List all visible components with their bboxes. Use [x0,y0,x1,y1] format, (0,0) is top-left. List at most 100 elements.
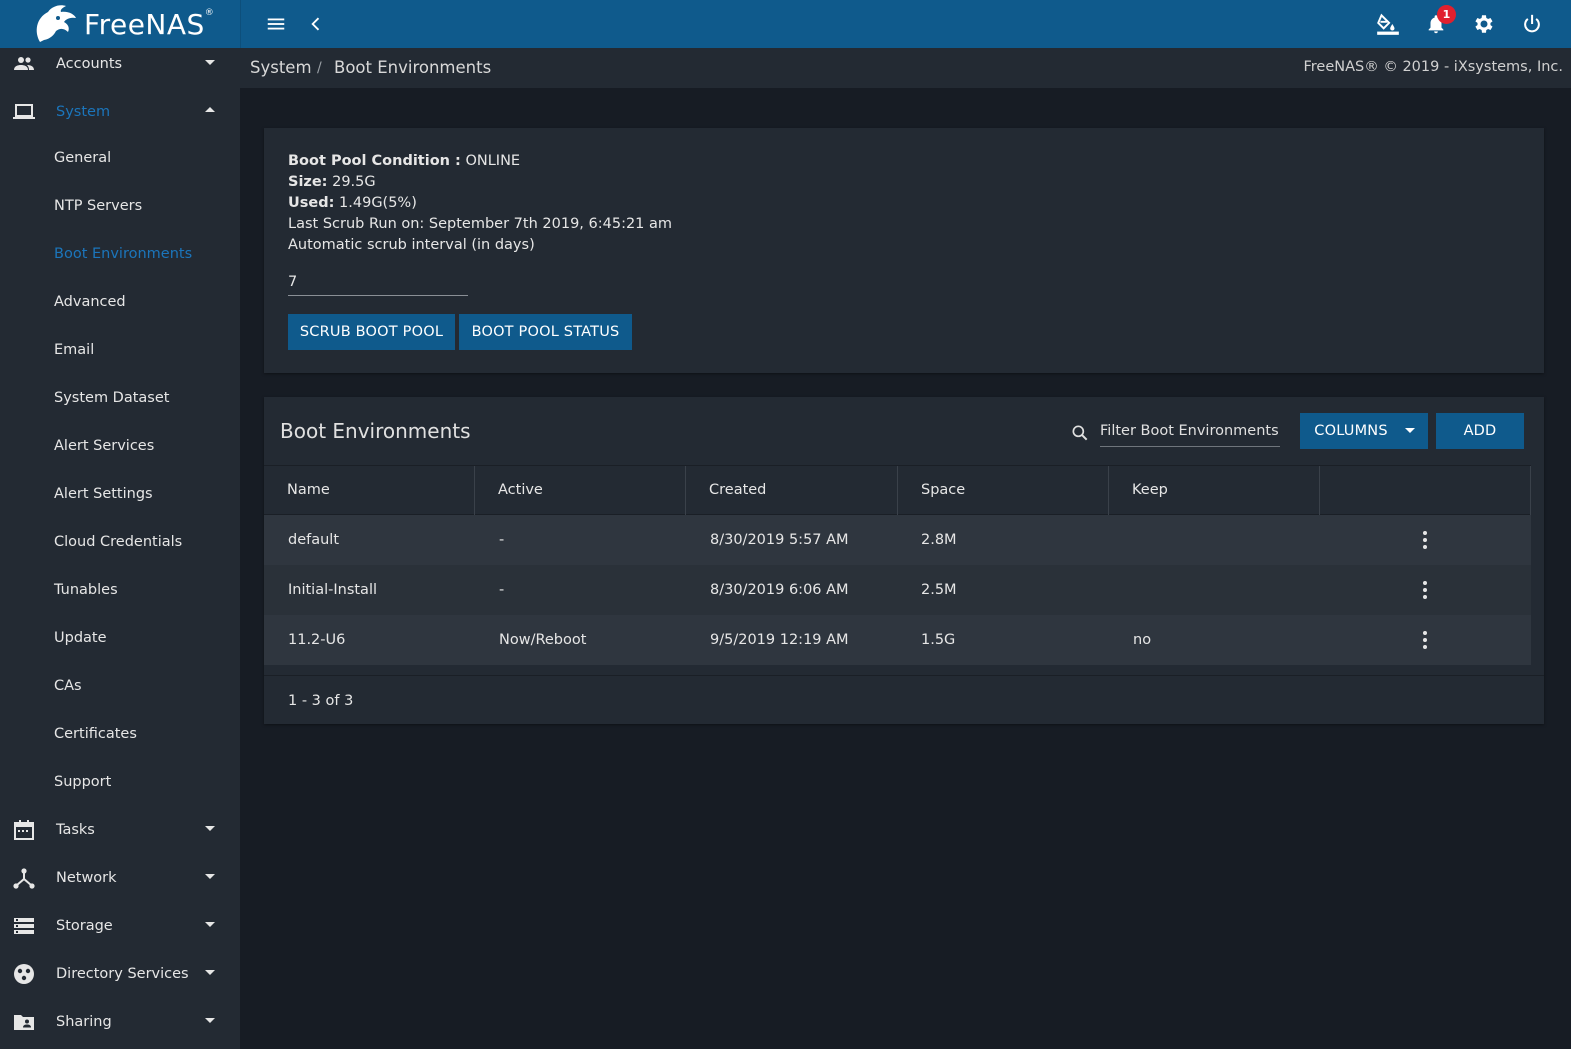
sidebar-subitem-email[interactable]: Email [0,328,240,376]
boot-pool-used: Used: 1.49G(5%) [288,195,417,211]
sidebar-item-system[interactable]: System [0,88,240,136]
cell-name: Initial-Install [288,582,378,598]
scrub-boot-pool-button[interactable]: SCRUB BOOT POOL [288,314,455,350]
chevron-down-icon [205,826,215,831]
search-icon [1072,425,1088,441]
more-vert-icon[interactable] [1420,629,1430,651]
gear-icon[interactable] [1470,10,1498,38]
chevron-down-icon [205,1018,215,1023]
breadcrumb-system[interactable]: System [250,58,312,77]
chevron-down-icon [205,922,215,927]
sidebar-subitem-boot-environments[interactable]: Boot Environments [0,232,240,280]
topbar-divider [240,0,241,48]
column-header-label: Name [287,482,330,498]
table-row[interactable]: Initial-Install - 8/30/2019 6:06 AM 2.5M [264,565,1531,615]
copyright-text: FreeNAS® © 2019 - iXsystems, Inc. [1303,59,1563,75]
chevron-down-icon [205,970,215,975]
more-vert-icon[interactable] [1420,579,1430,601]
sidebar-subitem-alert-services[interactable]: Alert Services [0,424,240,472]
sidebar-subitem-label: Support [54,774,112,790]
boot-pool-status-button[interactable]: BOOT POOL STATUS [459,314,632,350]
sidebar-subitem-system-dataset[interactable]: System Dataset [0,376,240,424]
columns-button-label: COLUMNS [1314,423,1388,439]
sidebar-item-accounts[interactable]: Accounts [0,40,240,88]
sidebar-subitem-ntp-servers[interactable]: NTP Servers [0,184,240,232]
sidebar-subitem-label: General [54,150,112,166]
table-row[interactable]: 11.2-U6 Now/Reboot 9/5/2019 12:19 AM 1.5… [264,615,1531,665]
sidebar-item-tasks[interactable]: Tasks [0,806,240,854]
sidebar-subitem-label: Alert Settings [54,486,153,502]
cell-created: 8/30/2019 6:06 AM [710,582,849,598]
sidebar-item-label: Accounts [56,56,123,72]
column-header-name[interactable]: Name [264,466,475,516]
column-header-space[interactable]: Space [898,466,1109,516]
column-header-created[interactable]: Created [686,466,898,516]
boot-pool-condition: Boot Pool Condition : ONLINE [288,153,520,169]
filter-input[interactable]: Filter Boot Environments [1100,421,1280,447]
column-header-label: Created [709,482,767,498]
table-row[interactable]: default - 8/30/2019 5:57 AM 2.8M [264,515,1531,565]
sidebar-subitem-label: Advanced [54,294,126,310]
sidebar-subitem-support[interactable]: Support [0,760,240,808]
sidebar-subitem-advanced[interactable]: Advanced [0,280,240,328]
boot-environments-card: Boot Environments Filter Boot Environmen… [264,397,1544,724]
cell-active: - [499,582,505,598]
paint-bucket-icon[interactable] [1374,10,1402,38]
condition-value: ONLINE [465,153,521,169]
sidebar-subitem-cloud-credentials[interactable]: Cloud Credentials [0,520,240,568]
sidebar-subitem-certificates[interactable]: Certificates [0,712,240,760]
sidebar-subitem-general[interactable]: General [0,136,240,184]
sidebar-item-label: Storage [56,918,113,934]
last-scrub-text: Last Scrub Run on: September 7th 2019, 6… [288,216,673,232]
sidebar-item-label: Tasks [56,822,95,838]
cell-active: - [499,532,505,548]
column-header-actions [1320,466,1531,516]
sidebar-subitem-alert-settings[interactable]: Alert Settings [0,472,240,520]
logo-text: FreeNAS® [84,7,215,41]
sidebar-subitem-label: Tunables [54,582,118,598]
sidebar-subitem-cas[interactable]: CAs [0,664,240,712]
cell-keep: no [1133,632,1152,648]
columns-button[interactable]: COLUMNS [1300,413,1428,449]
sidebar-subitem-label: NTP Servers [54,198,143,214]
sidebar-item-label: Directory Services [56,966,189,982]
sidebar-subitem-label: Alert Services [54,438,155,454]
sidebar-item-network[interactable]: Network [0,854,240,902]
directory-icon [14,964,34,984]
more-vert-icon[interactable] [1420,529,1430,551]
chevron-left-icon[interactable] [302,10,330,38]
table-title: Boot Environments [280,419,471,443]
menu-icon[interactable] [262,10,290,38]
cell-created: 9/5/2019 12:19 AM [710,632,849,648]
cell-active: Now/Reboot [499,632,587,648]
table-header-row: Name Active Created Space Keep [264,465,1531,516]
power-icon[interactable] [1518,10,1546,38]
pagination-text: 1 - 3 of 3 [288,693,354,709]
sidebar-subitem-tunables[interactable]: Tunables [0,568,240,616]
chevron-down-icon [1405,428,1415,433]
sidebar-item-storage[interactable]: Storage [0,902,240,950]
used-label: Used: [288,195,335,211]
breadcrumb-bar: System / Boot Environments FreeNAS® © 20… [240,48,1571,88]
sidebar-item-directory-services[interactable]: Directory Services [0,950,240,998]
storage-icon [14,918,34,934]
folder-shared-icon [14,1015,34,1030]
table-footer-divider [264,675,1544,676]
sidebar-item-sharing[interactable]: Sharing [0,998,240,1046]
sidebar-item-label: System [56,104,111,120]
notification-badge: 1 [1437,5,1456,24]
column-header-active[interactable]: Active [475,466,686,516]
size-value: 29.5G [332,174,376,190]
breadcrumb-current: Boot Environments [334,58,492,77]
breadcrumb-separator: / [317,60,322,76]
scrub-interval-input[interactable]: 7 [288,272,468,296]
sidebar-item-label: Sharing [56,1014,112,1030]
calendar-icon [14,820,34,840]
network-icon [13,868,35,889]
add-button[interactable]: ADD [1436,413,1524,449]
column-header-keep[interactable]: Keep [1109,466,1320,516]
sidebar-subitem-label: Certificates [54,726,137,742]
sidebar-subitem-label: Boot Environments [54,246,193,262]
cell-created: 8/30/2019 5:57 AM [710,532,849,548]
sidebar-subitem-update[interactable]: Update [0,616,240,664]
